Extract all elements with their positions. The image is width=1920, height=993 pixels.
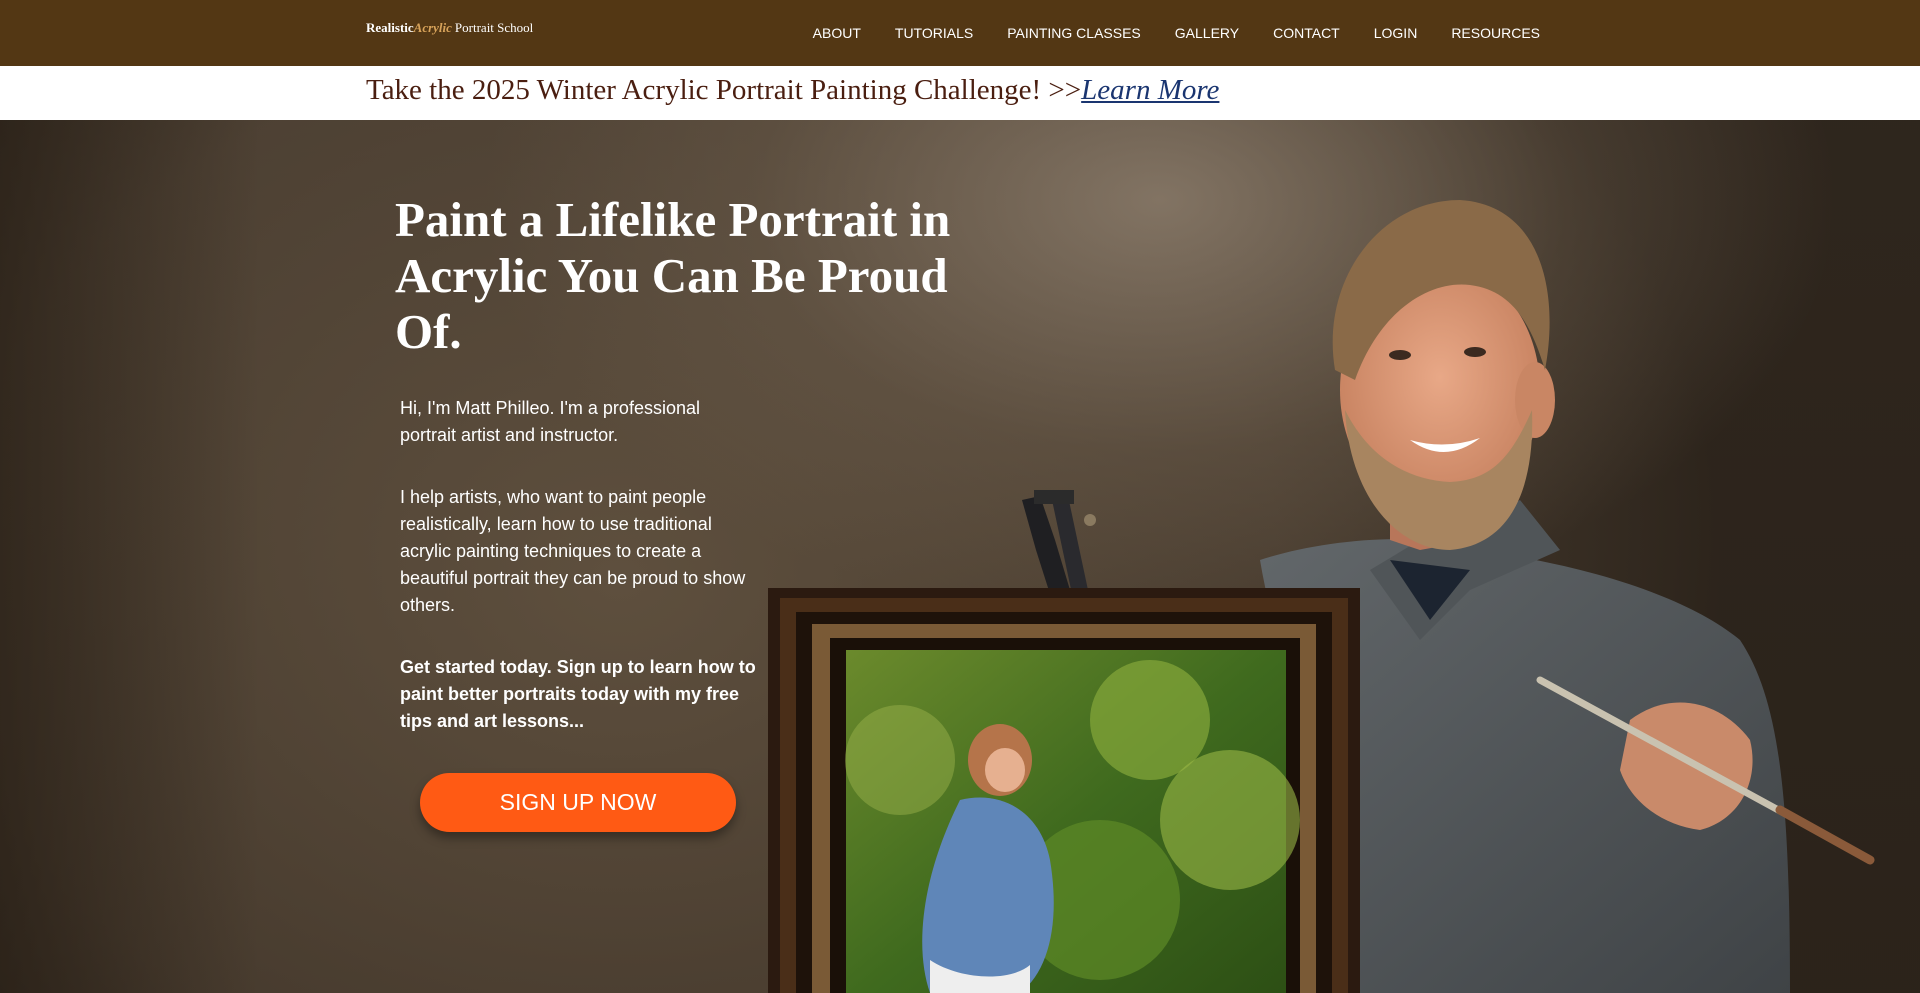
logo-word-realistic: Realistic: [366, 20, 414, 35]
framed-painting: [768, 588, 1360, 993]
nav-login[interactable]: LOGIN: [1357, 0, 1435, 66]
site-logo[interactable]: RealisticAcrylic Portrait School: [366, 20, 533, 36]
nav-tutorials[interactable]: TUTORIALS: [878, 0, 990, 66]
sign-up-now-button[interactable]: SIGN UP NOW: [420, 773, 736, 832]
main-menu: ABOUT TUTORIALS PAINTING CLASSES GALLERY…: [796, 0, 1540, 66]
learn-more-link[interactable]: Learn More: [1081, 74, 1219, 106]
description-paragraph: I help artists, who want to paint people…: [400, 487, 746, 615]
announcement-bar: Take the 2025 Winter Acrylic Portrait Pa…: [0, 66, 1920, 120]
logo-word-acrylic: Acrylic: [413, 20, 452, 35]
announcement-message: Take the 2025 Winter Acrylic Portrait Pa…: [366, 74, 1082, 106]
nav-contact[interactable]: CONTACT: [1256, 0, 1357, 66]
intro-paragraph: Hi, I'm Matt Philleo. I'm a professional…: [400, 398, 700, 445]
nav-resources[interactable]: RESOURCES: [1434, 0, 1540, 66]
nav-about[interactable]: ABOUT: [796, 0, 878, 66]
hero-headline: Paint a Lifelike Portrait in Acrylic You…: [395, 192, 951, 359]
easel: [1022, 490, 1096, 594]
call-to-action-text: Get started today. Sign up to learn how …: [400, 657, 756, 731]
logo-word-portrait-school: Portrait School: [454, 20, 534, 35]
nav-gallery[interactable]: GALLERY: [1158, 0, 1256, 66]
top-navigation-bar: RealisticAcrylic Portrait School ABOUT TU…: [0, 0, 1920, 66]
announcement-text: Take the 2025 Winter Acrylic Portrait Pa…: [366, 74, 1219, 107]
nav-painting-classes[interactable]: PAINTING CLASSES: [990, 0, 1158, 66]
hero-section: Paint a Lifelike Portrait in Acrylic You…: [0, 120, 1920, 993]
